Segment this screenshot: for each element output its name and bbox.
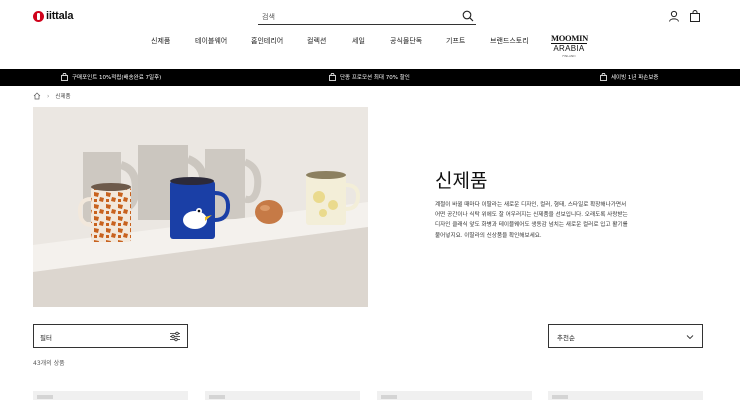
sort-selected-value: 추천순 bbox=[557, 334, 575, 342]
search-icon[interactable] bbox=[462, 10, 474, 22]
product-card[interactable] bbox=[33, 391, 188, 400]
logo-icon bbox=[33, 10, 44, 22]
chevron-down-icon bbox=[686, 335, 694, 340]
nav-item-sale[interactable]: 세일 bbox=[352, 36, 365, 46]
nav-item-home-interior[interactable]: 홈인테리어 bbox=[251, 36, 283, 46]
brand-logo[interactable]: iittala bbox=[33, 10, 74, 22]
product-badge bbox=[37, 395, 53, 399]
home-icon[interactable] bbox=[33, 92, 41, 100]
product-card[interactable] bbox=[548, 391, 703, 400]
filter-icon bbox=[170, 331, 180, 342]
hero-photo-mugs bbox=[33, 107, 368, 307]
promo-text: 세이빙 1년 파손보증 bbox=[611, 75, 659, 81]
arabia-logo-text: ARABIA bbox=[551, 43, 587, 54]
promo-item-warranty[interactable]: 세이빙 1년 파손보증 bbox=[600, 73, 658, 81]
promo-item-points[interactable]: 구매포인트 10%적립(배송완료 7일후) bbox=[61, 73, 161, 81]
product-card[interactable] bbox=[205, 391, 360, 400]
product-card[interactable] bbox=[377, 391, 532, 400]
promo-bar: 구매포인트 10%적립(배송완료 7일후) 단종 프로모션 최대 70% 할인 … bbox=[0, 69, 740, 86]
nav-item-tableware[interactable]: 테이블웨어 bbox=[195, 36, 227, 46]
nav-item-exclusive[interactable]: 공식몰단독 bbox=[390, 36, 422, 46]
promo-text: 단종 프로모션 최대 70% 할인 bbox=[340, 75, 410, 81]
brand-name: iittala bbox=[46, 10, 74, 22]
search-bar bbox=[258, 8, 476, 25]
product-badge bbox=[209, 395, 225, 399]
nav-item-new[interactable]: 신제품 bbox=[151, 36, 170, 46]
result-count: 43개의 상품 bbox=[33, 360, 65, 367]
breadcrumb-separator: › bbox=[47, 92, 50, 100]
bag-icon bbox=[329, 73, 336, 81]
nav-item-gift[interactable]: 기프트 bbox=[446, 36, 465, 46]
breadcrumb: › 신제품 bbox=[33, 92, 71, 100]
main-nav: 신제품 테이블웨어 홈인테리어 컬렉션 세일 공식몰단독 기프트 브랜드스토리 bbox=[0, 33, 740, 55]
sort-dropdown[interactable]: 추천순 bbox=[548, 324, 703, 348]
user-icon[interactable] bbox=[668, 10, 680, 22]
bag-icon bbox=[600, 73, 607, 81]
page-title: 신제품 bbox=[435, 170, 488, 192]
search-input[interactable] bbox=[262, 10, 452, 23]
hero-description: 계절이 바뀔 때마다 이딸라는 새로운 디자인, 컬러, 형태, 스타일로 확장… bbox=[435, 202, 628, 239]
promo-text: 구매포인트 10%적립(배송완료 7일후) bbox=[72, 75, 162, 81]
bag-icon bbox=[61, 73, 68, 81]
promo-item-discontinued[interactable]: 단종 프로모션 최대 70% 할인 bbox=[329, 73, 410, 81]
site-header: iittala 신제품 테이블웨어 홈인테리어 컬렉션 세일 공식몰단독 기프트… bbox=[0, 0, 740, 70]
moomin-arabia-logo[interactable]: MOOMIN ARABIA FINLAND bbox=[551, 33, 588, 58]
hero-image bbox=[33, 107, 368, 307]
filter-button[interactable]: 필터 bbox=[33, 324, 188, 348]
cart-icon[interactable] bbox=[689, 10, 701, 22]
finland-logo-text: FINLAND bbox=[562, 54, 576, 58]
moomin-logo-text: MOOMIN bbox=[551, 33, 588, 43]
product-badge bbox=[552, 395, 568, 399]
breadcrumb-current: 신제품 bbox=[55, 94, 71, 100]
filter-label: 필터 bbox=[40, 334, 52, 342]
product-badge bbox=[381, 395, 397, 399]
nav-item-brand-story[interactable]: 브랜드스토리 bbox=[490, 36, 529, 46]
nav-item-collection[interactable]: 컬렉션 bbox=[307, 36, 326, 46]
